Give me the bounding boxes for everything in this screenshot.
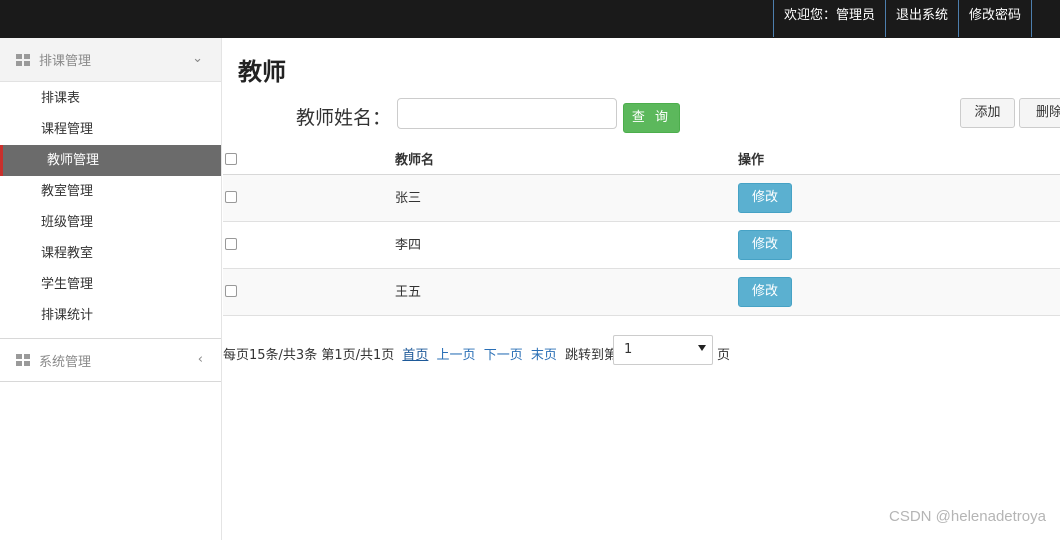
teacher-table: 教师名 操作 张三 修改 李四 修改 王五 修改 <box>223 142 1060 316</box>
teacher-name-input[interactable] <box>397 98 617 129</box>
page-unit-label: 页 <box>717 348 731 363</box>
sidebar-item-courses[interactable]: 课程管理 <box>0 114 221 145</box>
watermark: CSDN @helenadetroya <box>889 508 1046 525</box>
sidebar: 排课管理 ⌄ 排课表 课程管理 教师管理 教室管理 班级管理 课程教室 学生管理… <box>0 38 222 540</box>
sidebar-item-students[interactable]: 学生管理 <box>0 269 221 300</box>
sidebar-item-teachers[interactable]: 教师管理 <box>0 145 221 176</box>
table-header-row: 教师名 操作 <box>223 142 1060 175</box>
change-password-link[interactable]: 修改密码 <box>957 0 1032 37</box>
page-jump-value: 1 <box>624 342 633 357</box>
chevron-down-icon: ⌄ <box>192 51 203 66</box>
search-button[interactable]: 查 询 <box>623 103 680 133</box>
edit-button[interactable]: 修改 <box>738 183 792 213</box>
welcome-user-link[interactable]: 欢迎您：管理员 <box>772 0 885 37</box>
page-title: 教师 <box>238 58 286 86</box>
column-header-teacher-name: 教师名 <box>395 153 435 168</box>
sidebar-item-classrooms[interactable]: 教室管理 <box>0 176 221 207</box>
jump-to-label: 跳转到第 <box>565 348 618 363</box>
sidebar-group-system[interactable]: 系统管理 ‹ <box>0 338 221 382</box>
sidebar-submenu: 排课表 课程管理 教师管理 教室管理 班级管理 课程教室 学生管理 排课统计 <box>0 82 221 338</box>
teacher-name-cell: 张三 <box>395 191 422 206</box>
sidebar-group-label: 系统管理 <box>39 354 92 370</box>
table-row: 张三 修改 <box>223 175 1060 222</box>
pagination-summary: 每页15条/共3条 第1页/共1页 <box>223 348 395 363</box>
top-bar: 欢迎您：管理员 退出系统 修改密码 <box>0 0 1060 38</box>
edit-button[interactable]: 修改 <box>738 277 792 307</box>
next-page-link[interactable]: 下一页 <box>484 348 523 363</box>
select-all-checkbox[interactable] <box>225 153 237 165</box>
prev-page-link[interactable]: 上一页 <box>437 348 476 363</box>
logout-link[interactable]: 退出系统 <box>884 0 958 37</box>
grid-icon <box>16 53 30 66</box>
last-page-link[interactable]: 末页 <box>531 348 557 363</box>
caret-down-icon <box>698 345 706 351</box>
search-label: 教师姓名： <box>296 107 392 129</box>
add-button[interactable]: 添加 <box>960 98 1015 128</box>
column-header-actions: 操作 <box>738 153 765 168</box>
sidebar-item-classes[interactable]: 班级管理 <box>0 207 221 238</box>
pagination: 每页15条/共3条 第1页/共1页 首页 上一页 下一页 末页 跳转到第 <box>223 344 621 364</box>
row-checkbox[interactable] <box>225 238 237 250</box>
chevron-left-icon: ‹ <box>197 352 203 367</box>
table-row: 李四 修改 <box>223 222 1060 269</box>
top-nav: 欢迎您：管理员 退出系统 修改密码 <box>772 0 1032 37</box>
teacher-name-cell: 王五 <box>395 285 422 300</box>
row-checkbox[interactable] <box>225 285 237 297</box>
table-row: 王五 修改 <box>223 269 1060 316</box>
grid-icon <box>16 354 30 366</box>
page-jump-select[interactable]: 1 <box>613 335 713 365</box>
edit-button[interactable]: 修改 <box>738 230 792 260</box>
sidebar-item-course-classrooms[interactable]: 课程教室 <box>0 238 221 269</box>
teacher-name-cell: 李四 <box>395 238 422 253</box>
sidebar-group-scheduling[interactable]: 排课管理 ⌄ <box>0 38 221 82</box>
sidebar-group-label: 排课管理 <box>39 54 92 69</box>
first-page-link[interactable]: 首页 <box>402 348 428 363</box>
sidebar-item-statistics[interactable]: 排课统计 <box>0 300 221 331</box>
delete-button[interactable]: 删除 <box>1019 98 1060 128</box>
sidebar-item-schedule[interactable]: 排课表 <box>0 83 221 114</box>
row-checkbox[interactable] <box>225 191 237 203</box>
